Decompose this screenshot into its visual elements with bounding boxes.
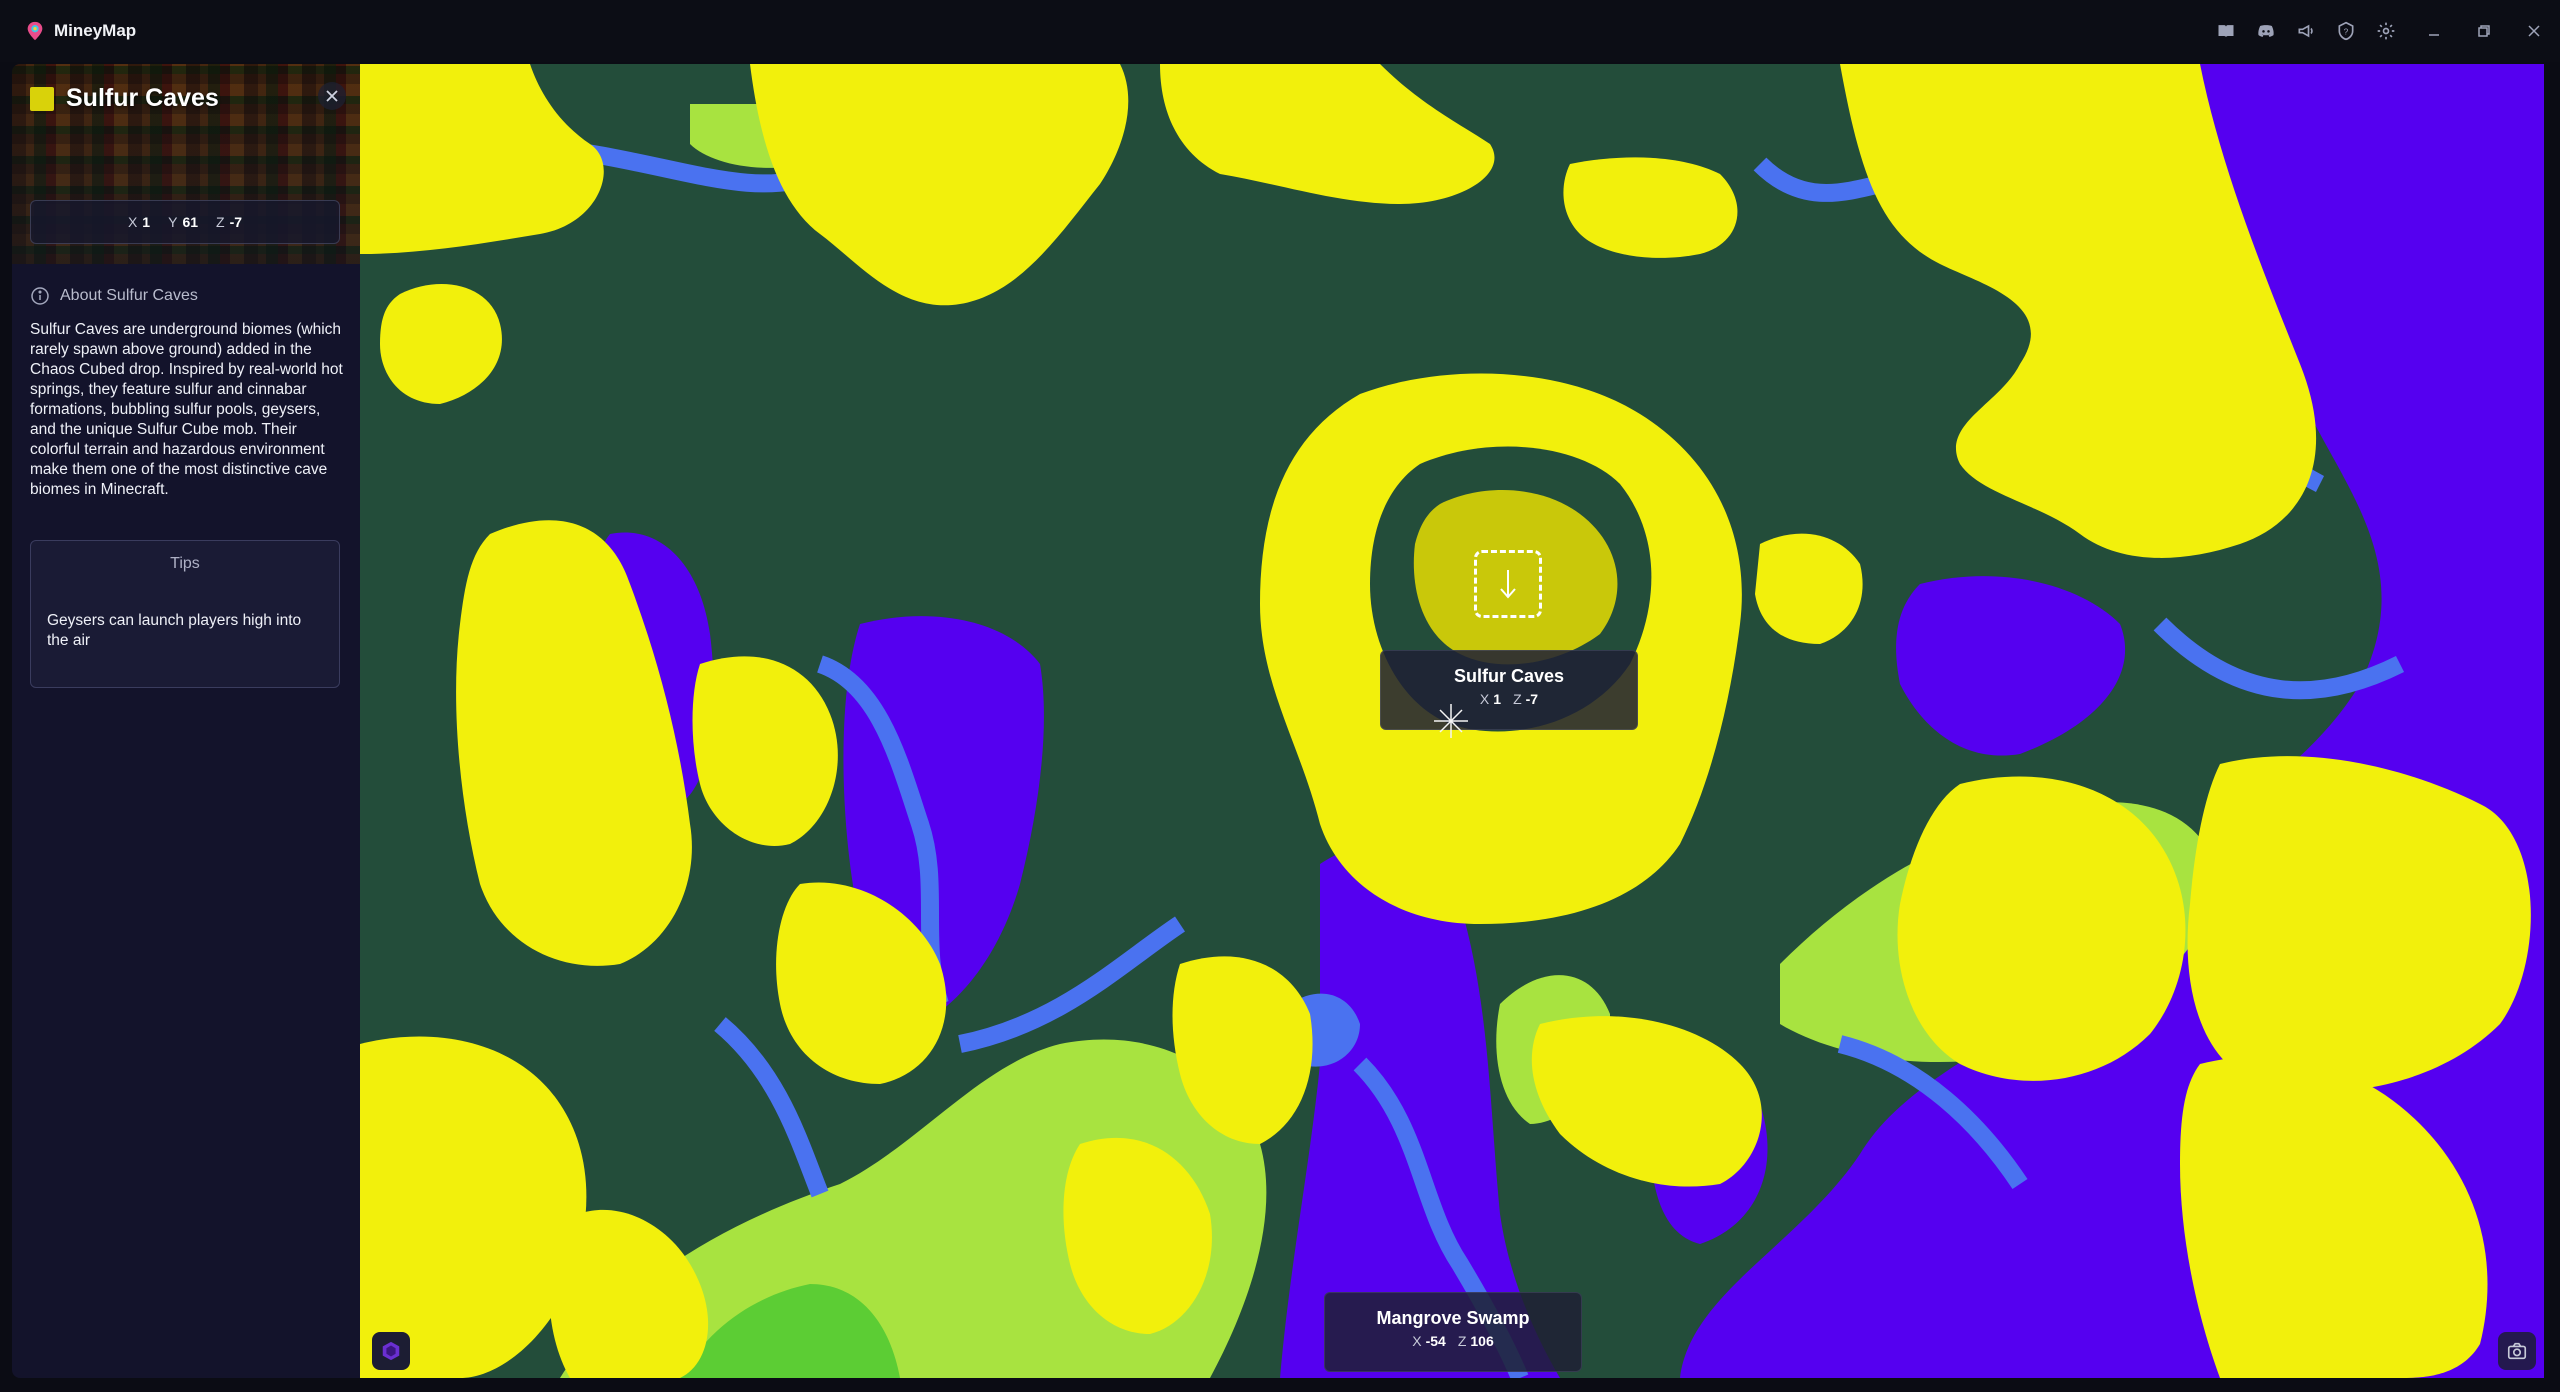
y-label: Y <box>168 214 178 230</box>
tips-text: Geysers can launch players high into the… <box>47 612 302 649</box>
book-icon[interactable] <box>2214 19 2238 43</box>
x-value: 1 <box>142 214 151 230</box>
biome-map[interactable]: Sulfur Caves X1 Z -7 Mangrove Swamp X -54 … <box>360 64 2544 1378</box>
selected-marker[interactable] <box>1474 550 1542 618</box>
minimize-icon[interactable] <box>2420 17 2448 45</box>
camera-icon <box>2507 1342 2527 1360</box>
close-window-icon[interactable] <box>2520 17 2548 45</box>
svg-text:?: ? <box>2344 26 2349 36</box>
x-value: -54 <box>1425 1333 1446 1349</box>
biome-title: Sulfur Caves <box>66 84 219 112</box>
dimension-icon <box>382 1341 400 1361</box>
crosshair-cursor-icon <box>1432 702 1470 740</box>
about-heading: About Sulfur Caves <box>30 286 198 306</box>
cursor-biome-name: Mangrove Swamp <box>1376 1308 1530 1328</box>
screenshot-button[interactable] <box>2498 1332 2536 1370</box>
z-label: Z <box>216 214 225 230</box>
title-bar: MineyMap ? <box>0 0 2560 62</box>
selected-biome-tooltip: Sulfur Caves X1 Z -7 <box>1380 650 1638 730</box>
tips-title: Tips <box>170 555 200 572</box>
discord-icon[interactable] <box>2254 19 2278 43</box>
about-label: About Sulfur Caves <box>60 287 198 304</box>
cursor-biome-readout: Mangrove Swamp X -54 Z 106 <box>1324 1292 1582 1372</box>
z-label: Z <box>1513 691 1522 707</box>
x-value: 1 <box>1493 691 1502 707</box>
tips-card: Tips Geysers can launch players high int… <box>30 540 340 688</box>
about-description: Sulfur Caves are underground biomes (whi… <box>30 321 343 498</box>
arrow-down-icon <box>1500 570 1516 599</box>
y-value: 61 <box>182 214 199 230</box>
biome-header: Sulfur Caves X1 Y 61 Z -7 <box>12 64 360 264</box>
restore-icon[interactable] <box>2470 17 2498 45</box>
help-icon[interactable]: ? <box>2334 19 2358 43</box>
z-label: Z <box>1457 1333 1467 1349</box>
close-panel-button[interactable] <box>318 82 346 110</box>
x-label: X <box>127 214 138 230</box>
info-icon <box>31 287 49 305</box>
biome-coordinates[interactable]: X1 Y 61 Z -7 <box>30 200 340 244</box>
announcements-icon[interactable] <box>2294 19 2318 43</box>
z-value: 106 <box>1470 1333 1494 1349</box>
app-logo-icon <box>24 20 46 42</box>
app-name: MineyMap <box>54 21 137 40</box>
x-label: X <box>1412 1333 1422 1349</box>
biome-color-swatch <box>30 86 54 111</box>
selected-biome-name: Sulfur Caves <box>1453 666 1565 686</box>
z-value: -7 <box>1525 691 1539 707</box>
x-label: X <box>1479 691 1490 707</box>
biome-info-panel: Sulfur Caves X1 Y 61 Z -7 About Sulfur Cav… <box>12 64 360 1378</box>
settings-icon[interactable] <box>2374 19 2398 43</box>
z-value: -7 <box>229 214 243 230</box>
dimension-toggle-button[interactable] <box>372 1332 410 1370</box>
